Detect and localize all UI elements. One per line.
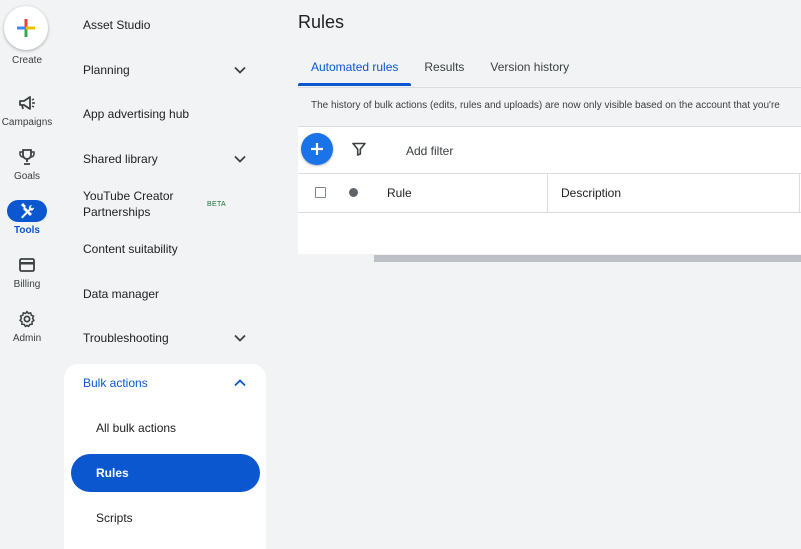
status-dot-icon — [349, 188, 358, 197]
nav-sub-item-rules[interactable]: Rules — [71, 454, 260, 492]
credit-card-icon — [19, 258, 35, 272]
table-header: Rule Description — [298, 173, 801, 213]
nav-item-youtube-creator-partnerships[interactable]: YouTube Creator Partnerships BETA — [64, 184, 266, 224]
tab-automated-rules[interactable]: Automated rules — [298, 54, 412, 86]
nav-sub-label: Rules — [96, 466, 129, 480]
nav-item-asset-studio[interactable]: Asset Studio — [64, 5, 266, 45]
trophy-icon — [19, 149, 35, 165]
chevron-down-icon — [234, 66, 246, 74]
tab-results[interactable]: Results — [411, 54, 477, 86]
nav-item-label: Data manager — [83, 287, 160, 301]
column-header-rule[interactable]: Rule — [387, 186, 412, 200]
page-title: Rules — [298, 12, 345, 32]
nav-item-label: App advertising hub — [83, 107, 190, 121]
chevron-down-icon — [234, 334, 246, 342]
nav-sub-item-scripts[interactable]: Scripts — [64, 499, 266, 537]
add-rule-button[interactable] — [301, 133, 333, 165]
plus-icon — [17, 19, 35, 37]
rail-label: Goals — [13, 171, 41, 182]
rail-label: Tools — [14, 225, 40, 236]
scrollbar-thumb[interactable] — [374, 255, 801, 262]
nav-item-bulk-actions[interactable]: Bulk actions — [64, 364, 266, 402]
column-header-description[interactable]: Description — [547, 174, 801, 213]
nav-sub-item-all-bulk-actions[interactable]: All bulk actions — [64, 409, 266, 447]
tools-icon — [21, 203, 35, 219]
nav-item-label: Asset Studio — [83, 18, 151, 32]
rail-item-goals[interactable]: Goals — [0, 146, 54, 182]
create-label: Create — [11, 55, 42, 66]
rail-label: Admin — [12, 333, 42, 344]
rail-item-campaigns[interactable]: Campaigns — [0, 92, 54, 128]
nav-group-bulk-actions: Bulk actions All bulk actions Rules Scri… — [64, 364, 266, 549]
nav-item-label: Content suitability — [83, 242, 178, 256]
rail-item-admin[interactable]: Admin — [0, 308, 54, 344]
nav-item-label: Shared library — [83, 152, 158, 166]
notice-banner: The history of bulk actions (edits, rule… — [311, 100, 780, 111]
nav-item-label: Planning — [83, 63, 130, 77]
nav-item-shared-library[interactable]: Shared library — [64, 139, 266, 179]
select-all-checkbox[interactable] — [315, 187, 326, 198]
nav-sub-label: Scripts — [96, 511, 133, 525]
tab-version-history[interactable]: Version history — [477, 54, 582, 86]
rail-item-tools[interactable]: Tools — [0, 200, 54, 236]
add-filter-button[interactable]: Add filter — [406, 144, 453, 158]
rail-item-billing[interactable]: Billing — [0, 254, 54, 290]
nav-item-troubleshooting[interactable]: Troubleshooting — [64, 318, 266, 358]
tabs-divider — [298, 87, 801, 88]
create-button[interactable] — [4, 6, 48, 50]
tools-nav-panel: Asset Studio Planning App advertising hu… — [64, 0, 266, 549]
chevron-up-icon — [234, 379, 246, 387]
nav-item-app-advertising-hub[interactable]: App advertising hub — [64, 94, 266, 134]
nav-item-content-suitability[interactable]: Content suitability — [64, 229, 266, 269]
nav-sub-label: All bulk actions — [96, 421, 177, 435]
filter-icon[interactable] — [352, 142, 366, 156]
navigation-rail: Create Campaigns Goals Tools Billing Adm… — [0, 0, 54, 549]
nav-group-label: Bulk actions — [83, 376, 148, 390]
chevron-down-icon — [234, 155, 246, 163]
rail-label: Billing — [13, 279, 41, 290]
rules-table-card: Add filter Rule Description — [298, 126, 801, 262]
plus-icon — [311, 143, 323, 155]
tab-bar: Automated rules Results Version history — [298, 54, 582, 86]
nav-item-label: Troubleshooting — [83, 331, 169, 345]
megaphone-icon — [19, 96, 35, 110]
rail-label: Campaigns — [1, 117, 53, 128]
nav-item-planning[interactable]: Planning — [64, 50, 266, 90]
gear-icon — [19, 310, 35, 328]
nav-item-data-manager[interactable]: Data manager — [64, 274, 266, 314]
beta-badge: BETA — [207, 200, 226, 208]
nav-item-label: YouTube Creator Partnerships — [83, 189, 174, 219]
